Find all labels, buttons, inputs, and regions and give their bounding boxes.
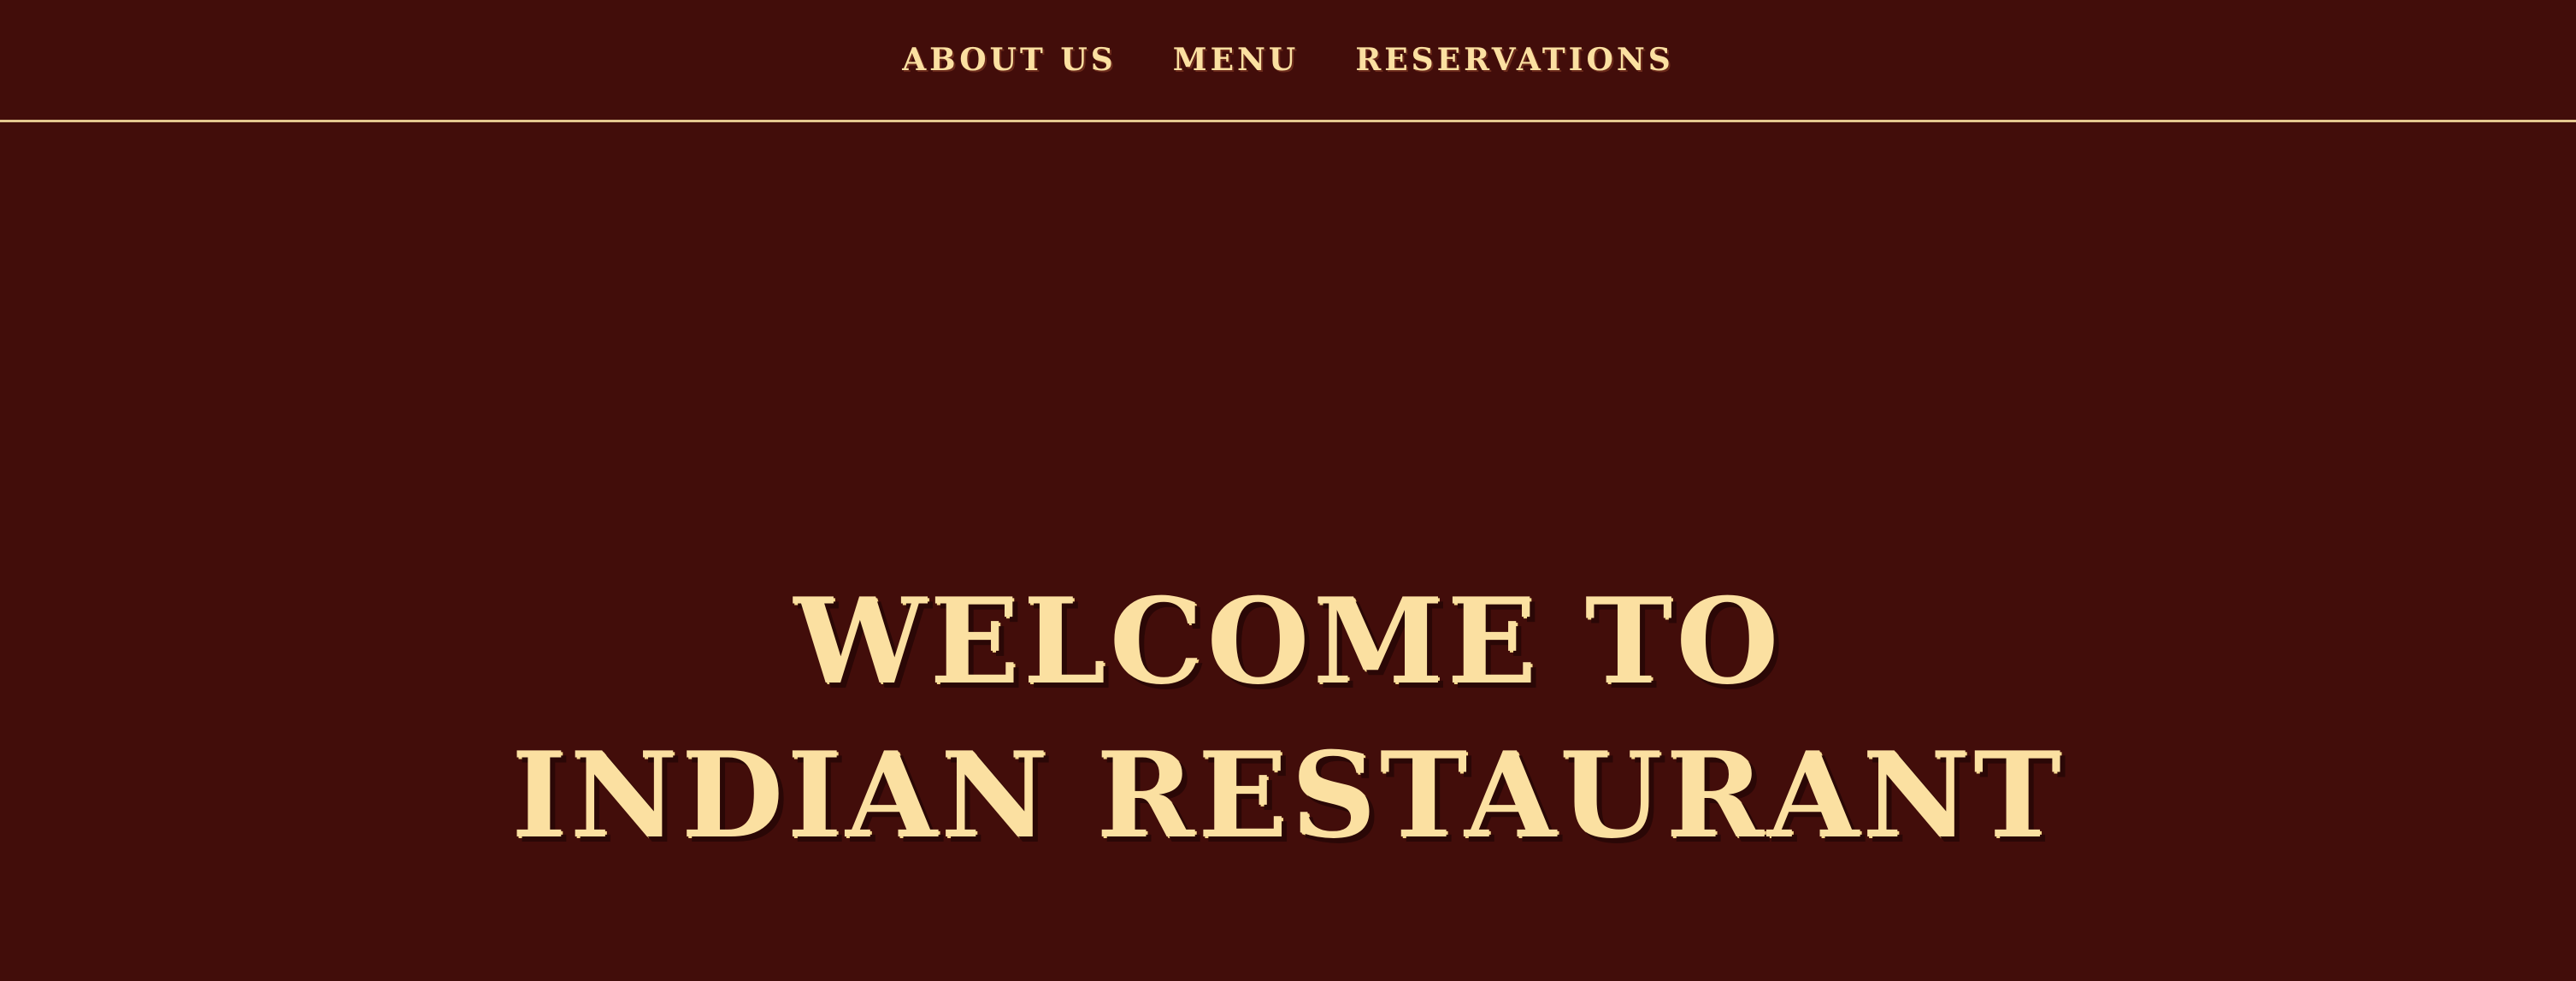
top-navigation: ABOUT US MENU RESERVATIONS	[0, 0, 2576, 120]
hero-section: WELCOME TO INDIAN RESTAURANT	[0, 564, 2576, 872]
hero-title: WELCOME TO INDIAN RESTAURANT	[0, 564, 2576, 872]
hero-title-line-2: INDIAN RESTAURANT	[511, 725, 2065, 865]
nav-link-reservations[interactable]: RESERVATIONS	[1355, 44, 1673, 75]
hero-title-line-1: WELCOME TO	[793, 571, 1783, 711]
header-divider	[0, 120, 2576, 122]
nav-link-about-us[interactable]: ABOUT US	[902, 44, 1117, 75]
nav-link-menu[interactable]: MENU	[1173, 44, 1300, 75]
